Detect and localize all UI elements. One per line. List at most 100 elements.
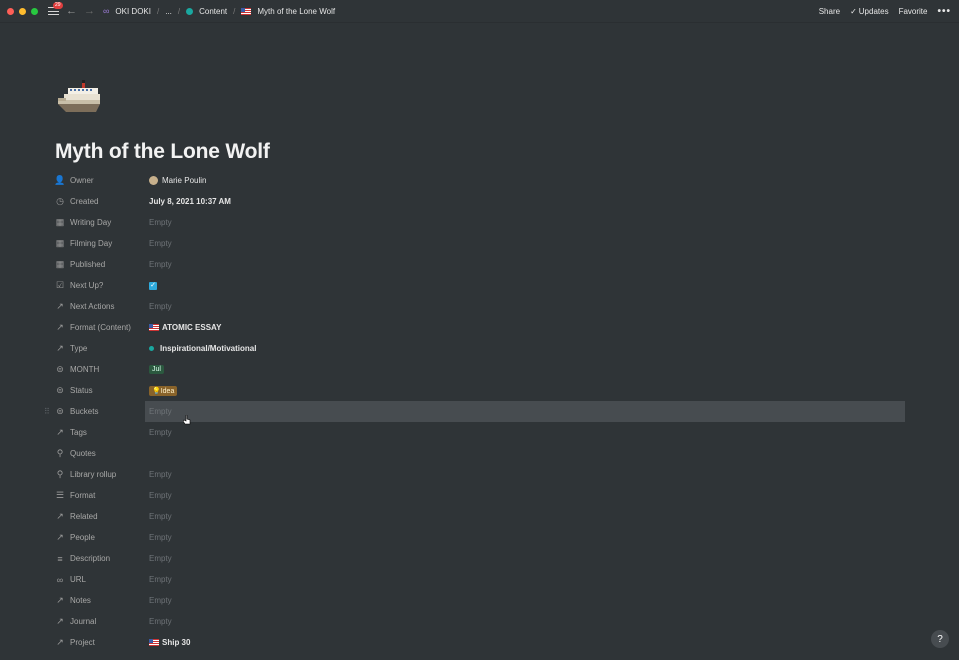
property-value[interactable]: July 8, 2021 10:37 AM	[149, 197, 231, 206]
property-value[interactable]: Empty	[149, 302, 172, 311]
ship-flag-icon	[149, 639, 159, 646]
property-value[interactable]: Empty	[149, 491, 172, 500]
properties-list: 👤 Owner Marie Poulin ◷ Created July 8, 2021 1…	[44, 170, 905, 653]
link-icon: ∞	[56, 574, 64, 585]
property-row-created[interactable]: ◷ Created July 8, 2021 10:37 AM	[55, 191, 905, 212]
property-value[interactable]: Empty	[149, 218, 172, 227]
property-value[interactable]: Ship 30	[149, 638, 190, 647]
property-value[interactable]: Empty	[149, 596, 172, 605]
property-row-type[interactable]: ↗ Type Inspirational/Motivational	[55, 338, 905, 359]
property-row-tags[interactable]: ↗ Tags Empty	[55, 422, 905, 443]
property-label: Filming Day	[70, 239, 113, 248]
property-value[interactable]: Marie Poulin	[149, 176, 206, 185]
property-value[interactable]: Empty	[149, 428, 172, 437]
share-button[interactable]: Share	[819, 7, 840, 16]
empty-value: Empty	[149, 596, 172, 605]
breadcrumb-workspace[interactable]: OKI DOKI	[115, 7, 151, 16]
property-row-owner[interactable]: 👤 Owner Marie Poulin	[54, 170, 905, 191]
property-name[interactable]: ↗ Project	[55, 637, 149, 648]
property-name[interactable]: ⊜ Buckets	[55, 406, 149, 417]
property-row-people[interactable]: ↗ People Empty	[55, 527, 905, 548]
property-row-related[interactable]: ↗ Related Empty	[55, 506, 905, 527]
property-name[interactable]: ▦ Writing Day	[55, 217, 149, 228]
property-row-journal[interactable]: ↗ Journal Empty	[55, 611, 905, 632]
favorite-button[interactable]: Favorite	[899, 7, 928, 16]
property-name[interactable]: ⊜ MONTH	[55, 364, 149, 375]
property-name[interactable]: ↗ People	[55, 532, 149, 543]
property-row-writing-day[interactable]: ▦ Writing Day Empty	[55, 212, 905, 233]
page-title[interactable]: Myth of the Lone Wolf	[55, 140, 270, 164]
property-name[interactable]: ↗ Tags	[55, 427, 149, 438]
property-row-format[interactable]: ☰ Format Empty	[55, 485, 905, 506]
property-name[interactable]: ↗ Journal	[55, 616, 149, 627]
sidebar-menu-icon[interactable]: 29	[48, 2, 63, 15]
empty-value: Empty	[149, 575, 172, 584]
breadcrumb-page[interactable]: Myth of the Lone Wolf	[257, 7, 335, 16]
search-icon: ⚲	[56, 469, 64, 479]
property-value[interactable]: Jul	[149, 365, 164, 374]
property-value[interactable]: Empty	[149, 575, 172, 584]
property-row-next-actions[interactable]: ↗ Next Actions Empty	[55, 296, 905, 317]
property-row-month[interactable]: ⊜ MONTH Jul	[55, 359, 905, 380]
more-options-icon[interactable]: •••	[937, 6, 951, 17]
property-value[interactable]: Empty	[149, 407, 172, 416]
close-window-button[interactable]	[7, 7, 14, 15]
property-row-status[interactable]: ⊜ Status 💡Idea	[55, 380, 905, 401]
maximize-window-button[interactable]	[31, 7, 38, 15]
property-row-notes[interactable]: ↗ Notes Empty	[55, 590, 905, 611]
property-name[interactable]: ▦ Filming Day	[55, 238, 149, 249]
empty-value: Empty	[149, 470, 172, 479]
property-label: Type	[70, 344, 88, 353]
updates-button[interactable]: ✓ Updates	[850, 7, 889, 16]
breadcrumb-separator: /	[177, 6, 181, 16]
property-value[interactable]: Empty	[149, 533, 172, 542]
property-value[interactable]: ATOMIC ESSAY	[149, 323, 221, 332]
property-name[interactable]: ↗ Type	[55, 343, 149, 354]
property-name[interactable]: ⊜ Status	[55, 385, 149, 396]
property-row-project[interactable]: ↗ Project Ship 30	[55, 632, 905, 653]
drag-handle-icon[interactable]: ⠿	[44, 407, 50, 416]
minimize-window-button[interactable]	[19, 7, 26, 15]
property-name[interactable]: ☰ Format	[55, 490, 149, 501]
property-name[interactable]: ↗ Format (Content)	[55, 322, 149, 333]
property-value[interactable]: Empty	[149, 260, 172, 269]
arrow-up-right-icon: ↗	[56, 322, 64, 332]
property-name[interactable]: ⚲ Quotes	[55, 448, 149, 459]
property-name[interactable]: 👤 Owner	[54, 175, 149, 186]
property-name[interactable]: ☑ Next Up?	[55, 280, 149, 291]
property-value[interactable]: ✓	[149, 281, 157, 290]
breadcrumb-ellipsis[interactable]: ...	[165, 7, 172, 16]
property-row-next-up[interactable]: ☑ Next Up? ✓	[55, 275, 905, 296]
property-value[interactable]: 💡Idea	[149, 385, 178, 396]
property-value[interactable]: Empty	[149, 239, 172, 248]
property-value[interactable]: Empty	[149, 512, 172, 521]
back-arrow-icon[interactable]: ←	[66, 6, 77, 17]
property-value[interactable]: Inspirational/Motivational	[149, 344, 256, 353]
property-row-url[interactable]: ∞ URL Empty	[55, 569, 905, 590]
property-name[interactable]: ≡ Description	[55, 554, 149, 564]
property-row-description[interactable]: ≡ Description Empty	[55, 548, 905, 569]
property-row-library-rollup[interactable]: ⚲ Library rollup Empty	[55, 464, 905, 485]
forward-arrow-icon[interactable]: →	[84, 6, 95, 17]
property-value[interactable]: Empty	[149, 470, 172, 479]
breadcrumb-content[interactable]: Content	[199, 7, 227, 16]
property-name[interactable]: ⚲ Library rollup	[55, 469, 149, 480]
window-controls	[7, 7, 38, 15]
property-value[interactable]: Empty	[149, 554, 172, 563]
property-name[interactable]: ◷ Created	[55, 196, 149, 207]
property-row-quotes[interactable]: ⚲ Quotes	[55, 443, 905, 464]
property-value[interactable]: Empty	[149, 617, 172, 626]
property-row-published[interactable]: ▦ Published Empty	[55, 254, 905, 275]
breadcrumb: ∞ OKI DOKI / ... / Content / Myth of the…	[103, 6, 335, 16]
property-name[interactable]: ↗ Next Actions	[55, 301, 149, 312]
empty-value: Empty	[149, 239, 172, 248]
help-button[interactable]: ?	[931, 630, 949, 648]
ship-emoji-icon[interactable]	[56, 78, 102, 116]
property-name[interactable]: ▦ Published	[55, 259, 149, 270]
property-row-format-content[interactable]: ↗ Format (Content) ATOMIC ESSAY	[55, 317, 905, 338]
property-name[interactable]: ↗ Notes	[55, 595, 149, 606]
property-row-buckets[interactable]: ⠿ ⊜ Buckets Empty	[44, 401, 905, 422]
property-name[interactable]: ↗ Related	[55, 511, 149, 522]
property-row-filming-day[interactable]: ▦ Filming Day Empty	[55, 233, 905, 254]
property-name[interactable]: ∞ URL	[55, 575, 149, 585]
